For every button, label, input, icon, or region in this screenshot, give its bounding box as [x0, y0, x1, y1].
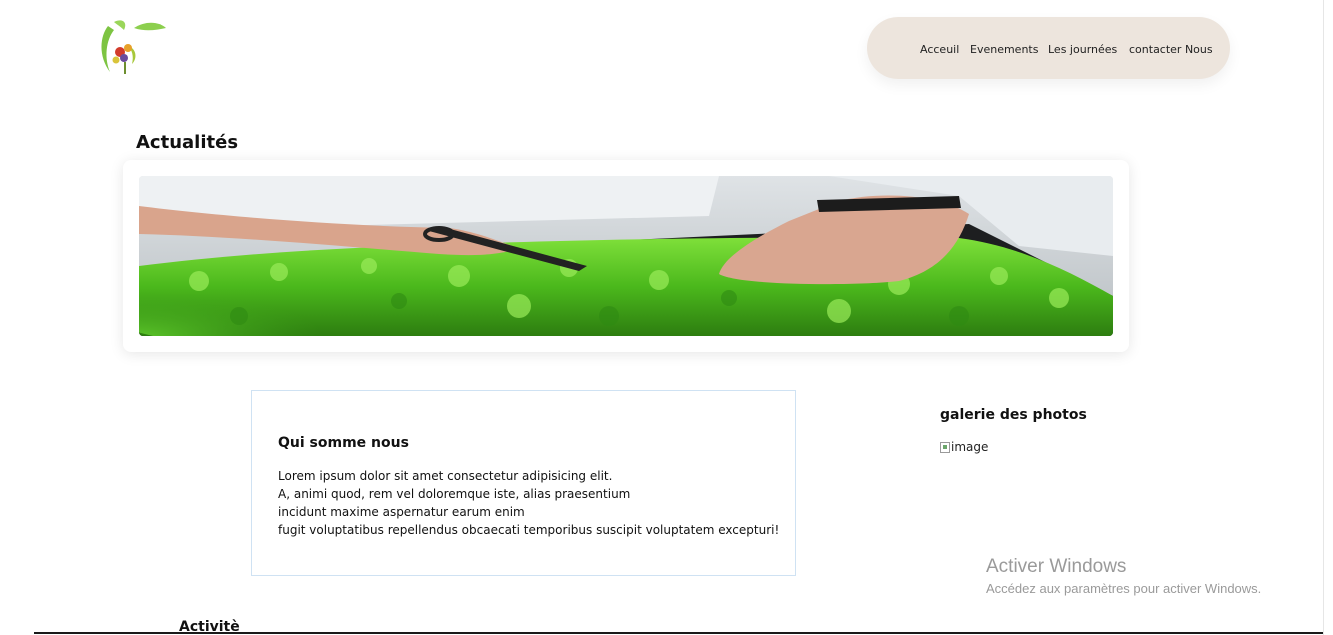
nav-item-evenements[interactable]: Evenements [970, 43, 1038, 56]
about-card: Qui somme nous Lorem ipsum dolor sit ame… [251, 390, 796, 576]
about-line: incidunt maxime aspernatur earum enim [278, 505, 525, 519]
gallery-image-alt: image [951, 440, 989, 454]
taskbar-edge [34, 632, 1323, 634]
windows-activation-subtitle: Accédez aux paramètres pour activer Wind… [986, 581, 1262, 596]
windows-activation-title: Activer Windows [986, 556, 1127, 577]
green-plants-harvest-photo [139, 176, 1113, 336]
nav-item-contact[interactable]: contacter Nous [1129, 43, 1213, 56]
broken-image-icon [940, 441, 950, 453]
gallery-broken-image[interactable]: image [940, 440, 988, 454]
nav-item-accueil[interactable]: Acceuil [920, 43, 959, 56]
windows-activation-watermark: Activer Windows Accédez aux paramètres p… [986, 556, 1261, 596]
about-title: Qui somme nous [278, 435, 409, 451]
news-title: Actualités [136, 132, 239, 153]
about-line: fugit voluptatibus repellendus obcaecati… [278, 523, 780, 537]
about-line: Lorem ipsum dolor sit amet consectetur a… [278, 469, 613, 483]
nav-item-les-journees[interactable]: Les journées [1048, 43, 1117, 56]
main-nav: Acceuil Evenements Les journées contacte… [867, 17, 1230, 79]
about-text: Lorem ipsum dolor sit amet consectetur a… [278, 467, 779, 539]
about-line: A, animi quod, rem vel doloremque iste, … [278, 487, 631, 501]
tree-fruit-logo-icon[interactable] [94, 18, 168, 76]
window-right-edge [1323, 0, 1324, 635]
news-banner-card [123, 160, 1129, 352]
gallery-title: galerie des photos [940, 407, 1087, 423]
